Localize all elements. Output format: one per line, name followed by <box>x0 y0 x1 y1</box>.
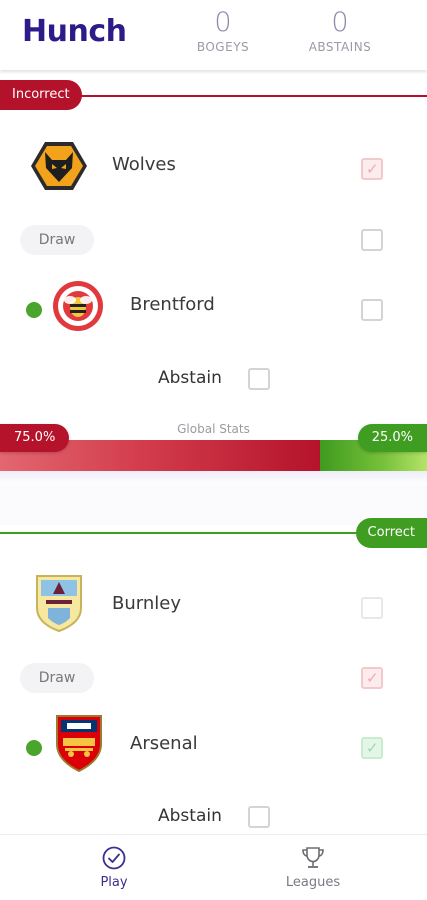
trophy-icon <box>300 845 326 871</box>
top-header: Hunch 0 BOGEYS 0 ABSTAINS <box>0 0 427 70</box>
abstain-label: Abstain <box>158 806 222 826</box>
nav-label-leagues: Leagues <box>285 875 341 890</box>
pick-checkbox-brentford[interactable] <box>361 299 383 321</box>
pick-checkbox-burnley[interactable] <box>361 597 383 619</box>
arsenal-crest-icon <box>55 714 103 773</box>
check-circle-icon <box>101 845 127 871</box>
team-name-burnley: Burnley <box>112 593 181 614</box>
abstain-label: Abstain <box>158 368 222 388</box>
abstains-stat: 0 ABSTAINS <box>290 6 390 54</box>
selection-indicator-dot <box>26 740 42 756</box>
nav-item-leagues[interactable]: Leagues <box>253 845 373 890</box>
abstains-count: 0 <box>331 7 349 38</box>
bogeys-label: BOGEYS <box>196 40 250 54</box>
bogeys-stat: 0 BOGEYS <box>173 6 273 54</box>
burnley-crest-icon <box>34 572 84 633</box>
app-root: Hunch 0 BOGEYS 0 ABSTAINS Incorrect Wolv… <box>0 0 427 900</box>
team-name-wolves: Wolves <box>112 154 176 175</box>
selection-indicator-dot <box>26 302 42 318</box>
result-badge-incorrect: Incorrect <box>0 80 82 110</box>
pick-checkbox-draw-1[interactable] <box>361 229 383 251</box>
brentford-crest-icon <box>52 280 104 332</box>
pick-checkbox-draw-2[interactable]: ✓ <box>361 667 383 689</box>
abstains-label: ABSTAINS <box>308 40 372 54</box>
global-stats-left-percent: 75.0% <box>0 424 70 452</box>
wolves-crest-icon <box>30 140 88 192</box>
app-title: Hunch <box>22 14 127 49</box>
check-icon: ✓ <box>366 669 379 687</box>
check-icon: ✓ <box>366 739 379 757</box>
global-stats-right-percent: 25.0% <box>357 424 427 452</box>
check-icon: ✓ <box>366 160 379 178</box>
nav-label-play: Play <box>100 875 128 890</box>
draw-label: Draw <box>20 663 94 693</box>
draw-label: Draw <box>20 225 94 255</box>
nav-item-play[interactable]: Play <box>54 845 174 890</box>
section-shadow <box>0 471 427 485</box>
abstain-checkbox-2[interactable] <box>248 806 270 828</box>
bogeys-count: 0 <box>214 7 232 38</box>
abstain-checkbox-1[interactable] <box>248 368 270 390</box>
team-name-brentford: Brentford <box>130 294 215 315</box>
pick-checkbox-wolves[interactable]: ✓ <box>361 158 383 180</box>
result-badge-correct: Correct <box>355 518 427 548</box>
bottom-nav: Play Leagues <box>0 834 427 900</box>
team-name-arsenal: Arsenal <box>130 733 198 754</box>
pick-checkbox-arsenal[interactable]: ✓ <box>361 737 383 759</box>
